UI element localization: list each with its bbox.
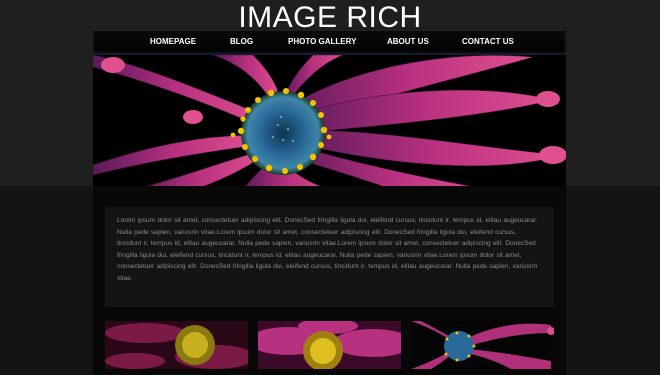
content-text-box: Lorem ipsum dolor sit amet, consectetuer…: [105, 207, 554, 307]
gallery-thumbnail-1[interactable]: [105, 321, 248, 369]
gallery-thumbnail-2[interactable]: [258, 321, 401, 369]
flower-thumbnail-image: [105, 321, 248, 369]
hero-image: [93, 55, 566, 186]
flower-thumbnail-image: [258, 321, 401, 369]
nav-item-contact-us[interactable]: CONTACT US: [462, 31, 514, 53]
main-nav: HOMEPAGE BLOG PHOTO GALLERY ABOUT US CON…: [93, 31, 566, 55]
nav-item-about-us[interactable]: ABOUT US: [387, 31, 429, 53]
nav-item-photo-gallery[interactable]: PHOTO GALLERY: [288, 31, 356, 53]
nav-item-homepage[interactable]: HOMEPAGE: [150, 31, 196, 53]
flower-thumbnail-image: [411, 321, 554, 369]
gallery-thumbnail-3[interactable]: [411, 321, 554, 369]
daisy-flower-image: [93, 55, 566, 186]
content-body-text: Lorem ipsum dolor sit amet, consectetuer…: [117, 217, 538, 282]
nav-item-blog[interactable]: BLOG: [230, 31, 253, 53]
